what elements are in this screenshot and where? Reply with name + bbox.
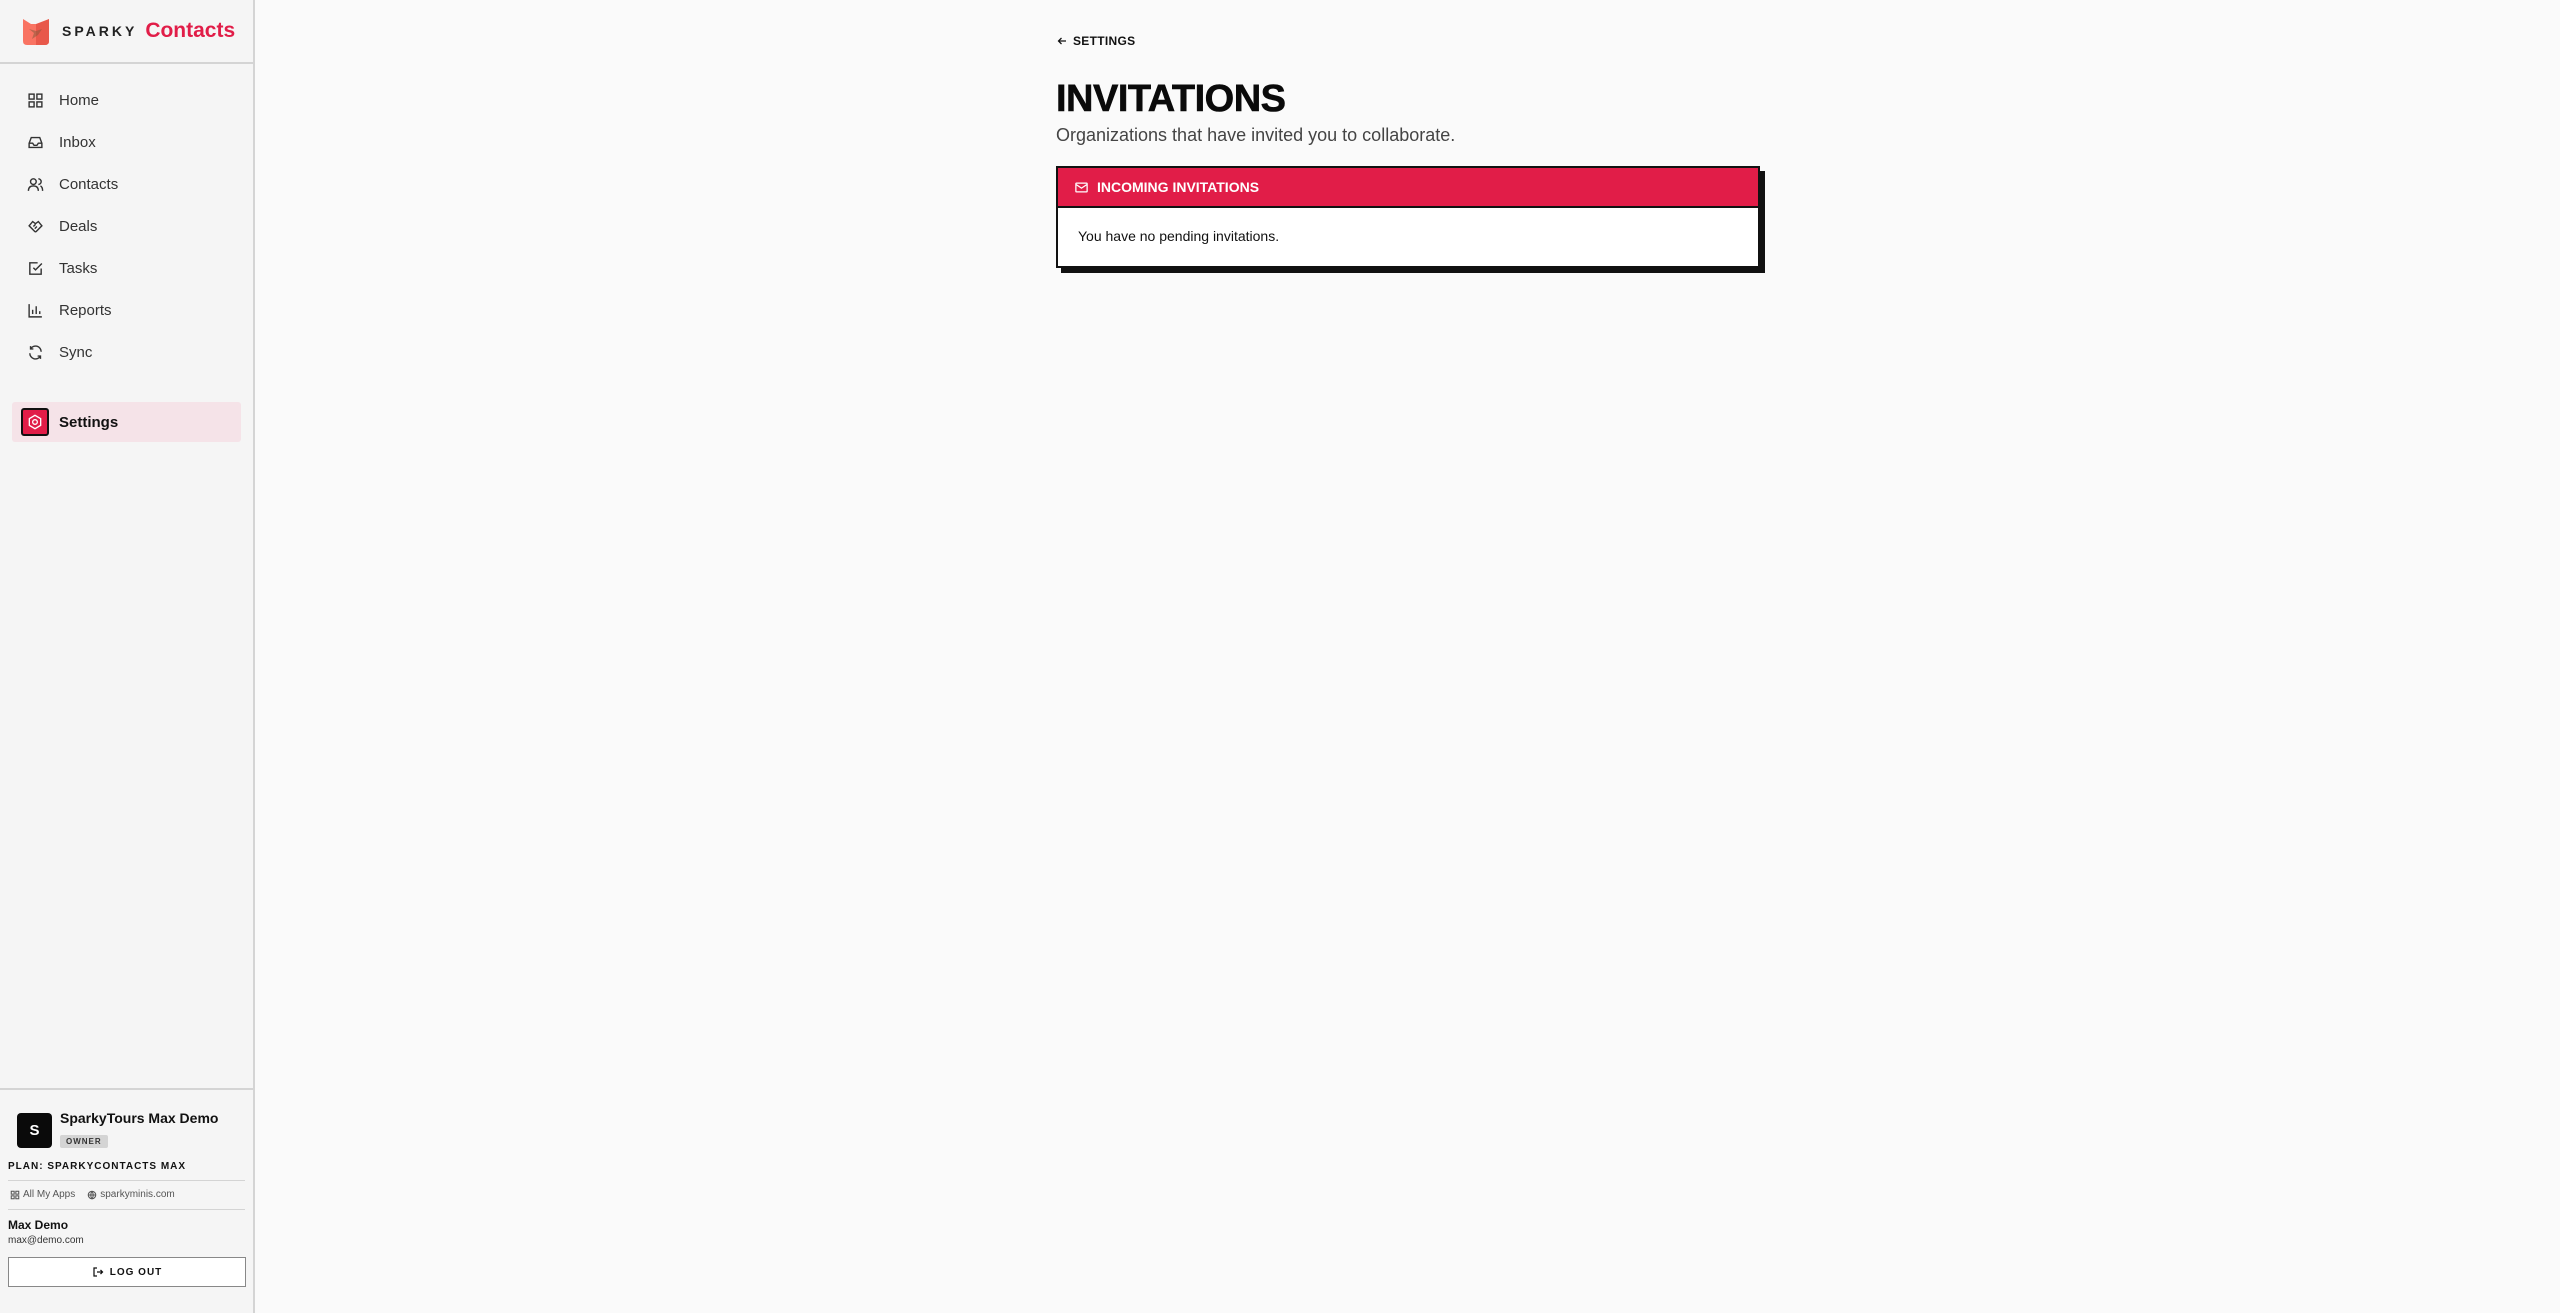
page-title: INVITATIONS (1056, 78, 1287, 121)
page-subtitle: Organizations that have invited you to c… (1056, 125, 1456, 145)
sidebar-item-reports[interactable]: Reports (0, 289, 253, 331)
card-body: You have no pending invitations. (1058, 208, 1758, 266)
all-apps-label: All My Apps (23, 1189, 76, 1200)
main-nav: Home Inbox Contacts Deals Tasks Reports … (0, 64, 253, 442)
mail-icon (1075, 182, 1088, 192)
arrow-left-icon (1057, 37, 1066, 45)
sidebar-item-home[interactable]: Home (0, 79, 253, 121)
sync-icon (27, 344, 44, 361)
sidebar-item-label: Tasks (59, 259, 98, 277)
brand-sparky-text: SPARKY (62, 23, 138, 39)
bar-chart-icon (27, 302, 44, 319)
home-icon (27, 92, 44, 109)
logout-label: LOG OUT (109, 1266, 163, 1278)
all-apps-link[interactable]: All My Apps (10, 1189, 75, 1200)
sidebar-item-inbox[interactable]: Inbox (0, 121, 253, 163)
site-label: sparkyminis.com (100, 1189, 175, 1200)
org-name: SparkyTours Max Demo (60, 1110, 219, 1126)
brand-header[interactable]: SPARKY Contacts (0, 0, 253, 64)
card-header: INCOMING INVITATIONS (1058, 168, 1758, 208)
sidebar-item-label: Inbox (59, 133, 96, 151)
back-link-label: SETTINGS (1073, 34, 1136, 48)
user-email: max@demo.com (8, 1235, 84, 1246)
back-to-settings-link[interactable]: SETTINGS (1056, 34, 1762, 48)
card-header-title: INCOMING INVITATIONS (1097, 179, 1260, 195)
sidebar-footer: S SparkyTours Max Demo OWNER PLAN: SPARK… (0, 1088, 253, 1287)
logout-icon (93, 1267, 104, 1277)
org-switcher[interactable]: S SparkyTours Max Demo OWNER (8, 1110, 245, 1149)
sidebar-item-settings[interactable]: Settings (12, 402, 241, 442)
sidebar-item-label: Contacts (59, 175, 119, 193)
main-content: SETTINGS INVITATIONS Organizations that … (1056, 34, 1762, 268)
sidebar-item-tasks[interactable]: Tasks (0, 247, 253, 289)
sidebar-item-sync[interactable]: Sync (0, 331, 253, 373)
sidebar-item-deals[interactable]: Deals (0, 205, 253, 247)
contacts-icon (27, 176, 44, 193)
sidebar-item-label: Home (59, 91, 100, 109)
plan-label: PLAN: SPARKYCONTACTS MAX (8, 1161, 245, 1181)
org-avatar: S (17, 1113, 52, 1148)
empty-state-message: You have no pending invitations. (1078, 228, 1280, 244)
gear-icon (21, 408, 49, 436)
sidebar: SPARKY Contacts Home Inbox Contacts Deal… (0, 0, 255, 1313)
role-badge: OWNER (60, 1135, 108, 1148)
footer-links: All My Apps sparkyminis.com (8, 1181, 245, 1210)
site-link[interactable]: sparkyminis.com (87, 1189, 175, 1200)
sidebar-item-label: Settings (59, 413, 119, 431)
task-check-icon (27, 260, 44, 277)
sidebar-item-label: Deals (59, 217, 98, 235)
user-name: Max Demo (8, 1218, 69, 1232)
globe-icon (87, 1190, 97, 1200)
incoming-invitations-card: INCOMING INVITATIONS You have no pending… (1056, 166, 1760, 268)
grid-icon (10, 1190, 20, 1199)
sparky-logo-icon (23, 19, 49, 45)
logout-button[interactable]: LOG OUT (8, 1257, 246, 1287)
sidebar-item-label: Sync (59, 343, 93, 361)
sidebar-item-label: Reports (59, 301, 112, 319)
sidebar-item-contacts[interactable]: Contacts (0, 163, 253, 205)
brand-product-name: Contacts (145, 19, 236, 42)
inbox-icon (27, 134, 44, 151)
handshake-icon (27, 218, 44, 235)
